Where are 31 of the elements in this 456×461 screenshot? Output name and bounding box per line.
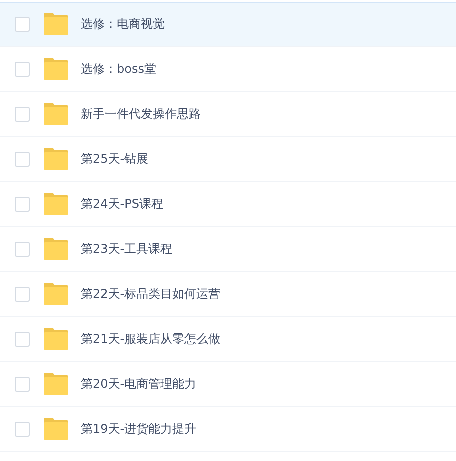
folder-icon xyxy=(43,193,69,215)
folder-icon xyxy=(43,58,69,80)
folder-icon xyxy=(43,238,69,260)
checkbox[interactable] xyxy=(15,242,30,256)
checkbox[interactable] xyxy=(15,286,30,302)
file-name[interactable]: 第20天-电商管理能力 xyxy=(81,376,197,392)
checkbox[interactable] xyxy=(15,152,30,166)
file-name[interactable]: 第25天-钻展 xyxy=(81,150,149,168)
file-name[interactable]: 第24天-PS课程 xyxy=(81,196,164,212)
checkbox[interactable] xyxy=(15,332,30,346)
file-name[interactable]: 第22天-标品类目如何运营 xyxy=(81,286,221,302)
folder-icon xyxy=(43,13,69,35)
file-name[interactable]: 第23天-工具课程 xyxy=(81,240,173,258)
file-name[interactable]: 第21天-服装店从零怎么做 xyxy=(81,330,221,348)
folder-icon xyxy=(43,373,69,395)
folder-icon xyxy=(43,418,69,440)
file-name[interactable]: 选修：boss堂 xyxy=(81,60,156,78)
file-name[interactable]: 选修：电商视觉 xyxy=(81,16,165,32)
checkbox[interactable] xyxy=(15,422,30,436)
file-name[interactable]: 新手一件代发操作思路 xyxy=(81,106,201,122)
checkbox[interactable] xyxy=(15,106,30,122)
checkbox[interactable] xyxy=(15,16,30,32)
folder-icon xyxy=(43,103,69,125)
checkbox[interactable] xyxy=(15,376,30,392)
file-name[interactable]: 第19天-进货能力提升 xyxy=(81,420,197,438)
folder-icon xyxy=(43,283,69,305)
checkbox[interactable] xyxy=(15,196,30,212)
checkbox[interactable] xyxy=(15,62,30,76)
folder-icon xyxy=(43,148,69,170)
file-row[interactable]: 选修：电商视觉 xyxy=(0,2,456,47)
folder-icon xyxy=(43,328,69,350)
